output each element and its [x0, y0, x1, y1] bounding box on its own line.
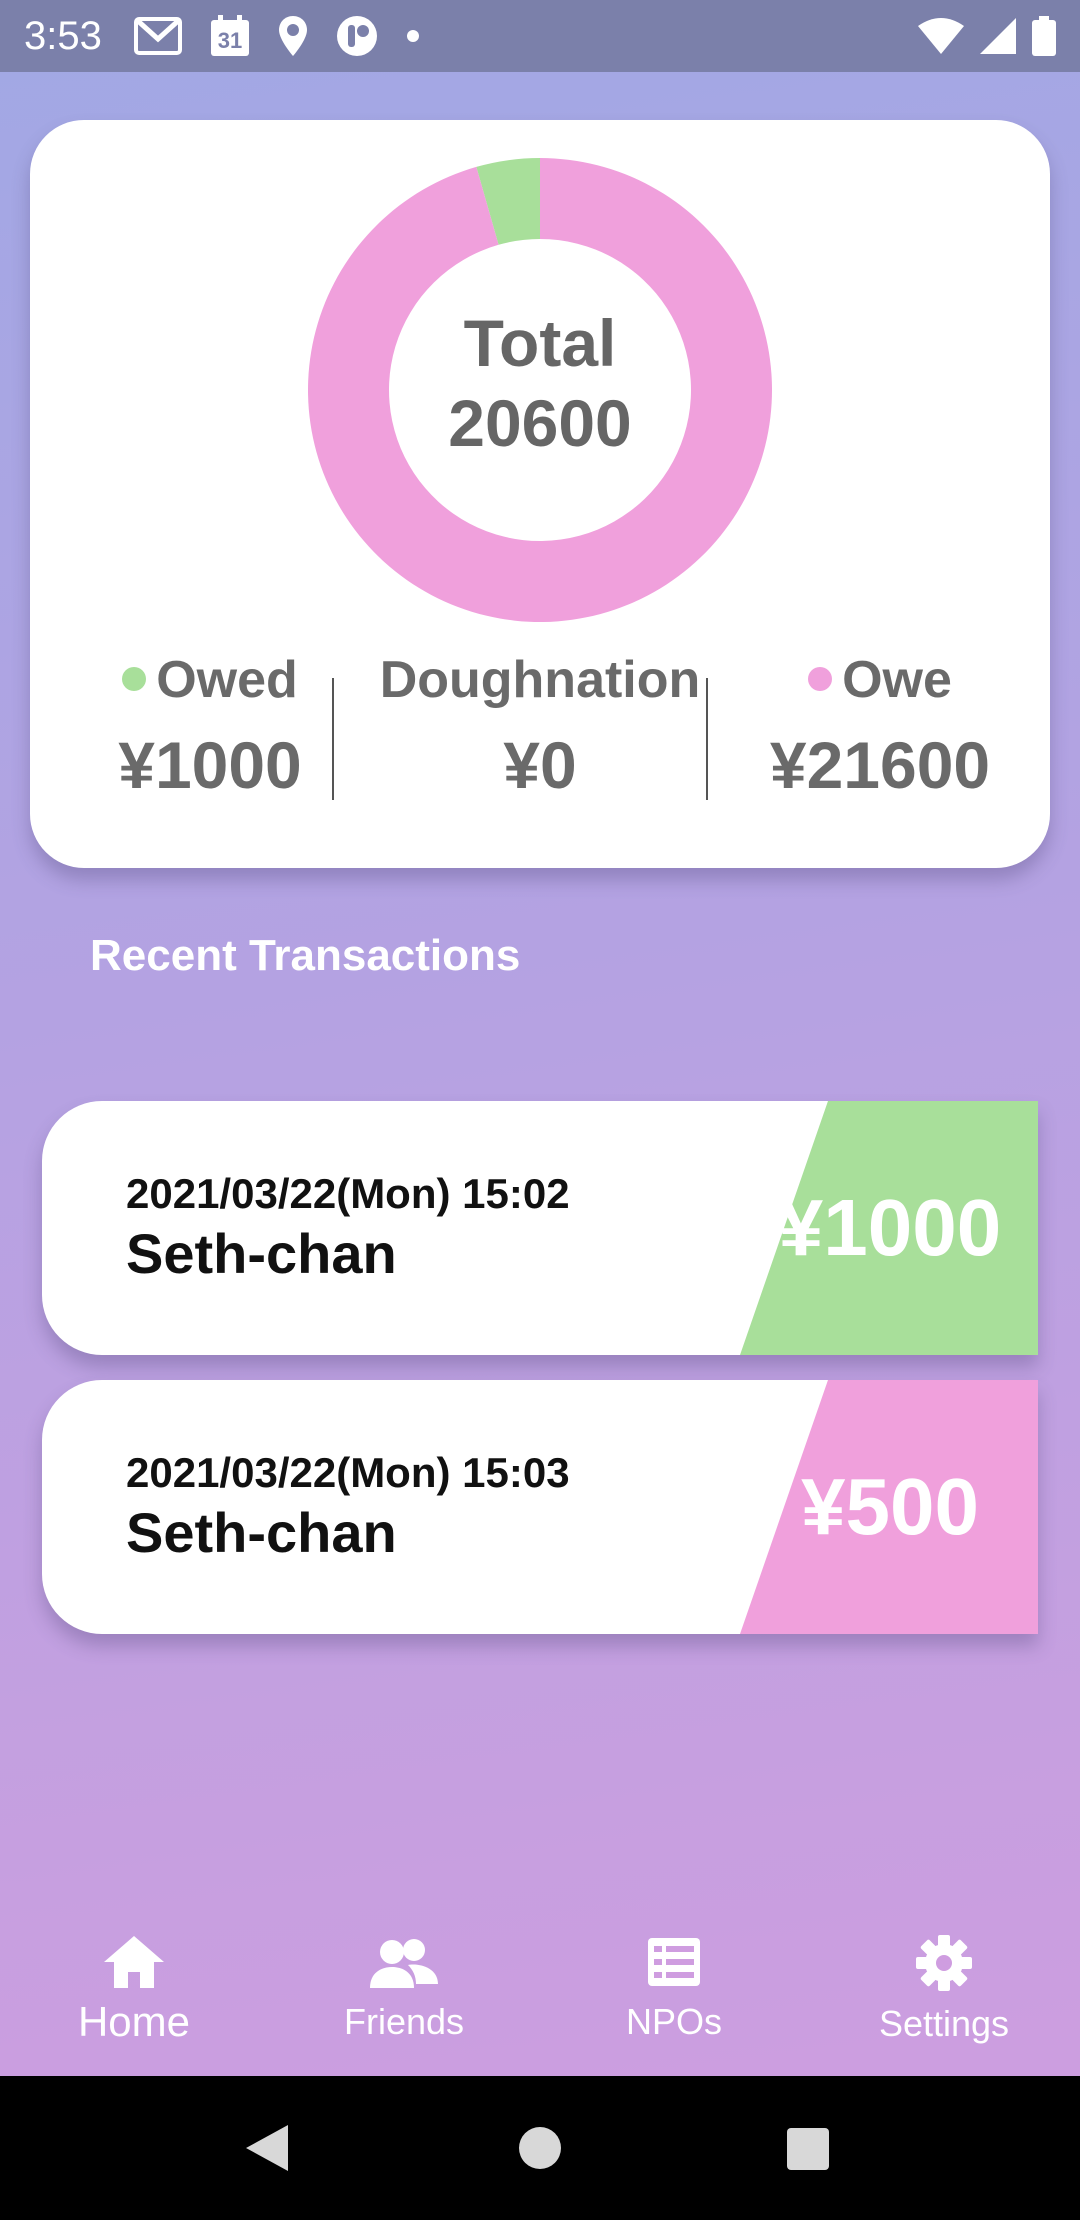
nav-label-friends: Friends	[343, 2001, 465, 2042]
nav-label-home: Home	[77, 1998, 191, 2045]
nav-label-npos: NPOs	[625, 2001, 722, 2042]
wifi-icon	[918, 18, 964, 54]
doughnation-label: Doughnation	[379, 651, 701, 709]
calendar-day: 31	[217, 28, 243, 53]
nav-home[interactable]: Home	[14, 1934, 254, 2046]
summary-card: Total 20600 Owed ¥1000 Doughnation ¥0 Ow…	[30, 120, 1050, 868]
location-icon	[278, 16, 308, 56]
nav-label-settings: Settings	[878, 2003, 1010, 2044]
system-nav-bar	[0, 2076, 1080, 2220]
owe-dot-icon	[808, 667, 833, 691]
owed-dot-icon	[122, 667, 147, 691]
divider	[332, 678, 334, 800]
stat-owed: Owed ¥1000	[90, 650, 330, 802]
recent-transactions-title: Recent Transactions	[90, 931, 521, 980]
system-status-icons	[918, 12, 1056, 60]
home-icon	[14, 1934, 254, 1990]
status-time: 3:53	[24, 14, 102, 58]
total-value: 20600	[448, 386, 632, 460]
nav-npos[interactable]: NPOs	[554, 1934, 794, 2044]
back-icon[interactable]	[244, 2123, 290, 2178]
transaction-card[interactable]: 2021/03/22(Mon) 15:03 Seth-chan ¥500	[42, 1380, 1038, 1634]
signal-icon	[980, 18, 1016, 54]
nav-settings[interactable]: Settings	[824, 1934, 1064, 2046]
status-bar: 3:53 31	[0, 0, 1080, 72]
dot-icon	[406, 29, 420, 43]
stat-owe: Owe ¥21600	[730, 650, 1030, 802]
owed-label: Owed	[156, 651, 298, 709]
gear-icon	[824, 1934, 1064, 1992]
calendar-icon: 31	[210, 15, 250, 57]
notification-icons: 31	[134, 12, 420, 60]
battery-icon	[1032, 16, 1056, 56]
transaction-date: 2021/03/22(Mon) 15:02	[126, 1170, 570, 1217]
nav-friends[interactable]: Friends	[284, 1934, 524, 2044]
owe-label: Owe	[842, 651, 952, 709]
owe-value: ¥21600	[769, 728, 991, 802]
doughnation-value: ¥0	[503, 728, 577, 802]
divider	[706, 678, 708, 800]
transaction-date: 2021/03/22(Mon) 15:03	[126, 1449, 570, 1496]
transaction-name: Seth-chan	[126, 1222, 397, 1285]
total-label: Total	[463, 306, 617, 380]
gmail-icon	[134, 17, 182, 55]
recents-icon[interactable]	[786, 2127, 830, 2176]
owed-value: ¥1000	[118, 728, 302, 802]
stat-doughnation: Doughnation ¥0	[360, 650, 720, 802]
app-icon	[336, 15, 378, 57]
transaction-card[interactable]: 2021/03/22(Mon) 15:02 Seth-chan ¥1000	[42, 1101, 1038, 1355]
transaction-name: Seth-chan	[126, 1501, 397, 1564]
list-icon	[554, 1934, 794, 1990]
friends-icon	[284, 1934, 524, 1990]
home-circle-icon[interactable]	[518, 2126, 562, 2175]
transaction-amount: ¥1000	[778, 1183, 1002, 1272]
transaction-amount: ¥500	[801, 1462, 979, 1551]
